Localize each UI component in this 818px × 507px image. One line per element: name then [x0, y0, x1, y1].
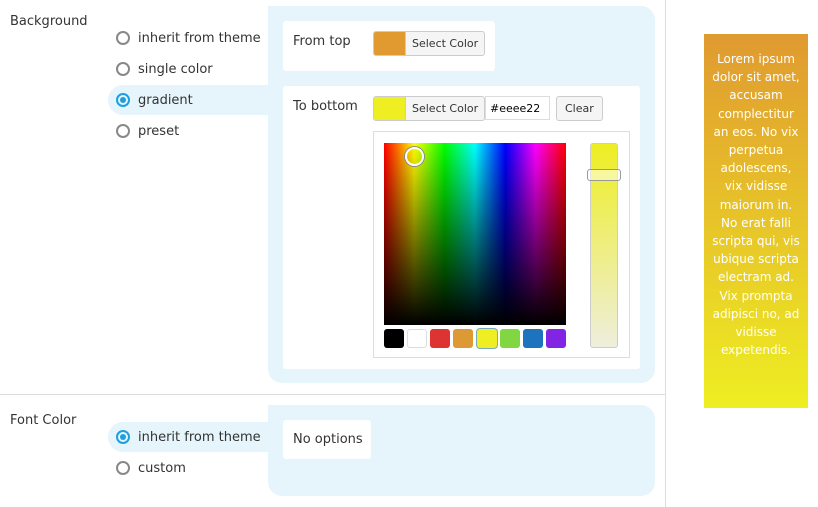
- no-options-card: No options: [283, 420, 371, 459]
- clear-button[interactable]: Clear: [556, 96, 603, 121]
- preview-text: Lorem ipsum dolor sit amet, accusam comp…: [712, 52, 800, 358]
- radio-label: gradient: [138, 92, 193, 108]
- select-color-label: Select Color: [405, 32, 484, 55]
- font-color-label: Font Color: [10, 413, 77, 428]
- from-top-label: From top: [293, 34, 351, 49]
- radio-label: custom: [138, 460, 186, 476]
- section-divider: [0, 394, 665, 395]
- clear-label: Clear: [565, 102, 594, 115]
- radio-icon[interactable]: [116, 31, 130, 45]
- radio-option[interactable]: single color: [108, 54, 268, 84]
- radio-icon[interactable]: [116, 62, 130, 76]
- from-top-select-color-button[interactable]: Select Color: [373, 31, 486, 56]
- to-bottom-select-color-button[interactable]: Select Color: [373, 96, 486, 121]
- color-swatch[interactable]: [523, 329, 543, 348]
- radio-icon[interactable]: [116, 461, 130, 475]
- radio-icon[interactable]: [116, 93, 130, 107]
- vertical-divider: [665, 0, 666, 507]
- radio-label: inherit from theme: [138, 30, 261, 46]
- no-options-text: No options: [293, 432, 363, 447]
- radio-option[interactable]: inherit from theme: [108, 422, 268, 452]
- preview-box: Lorem ipsum dolor sit amet, accusam comp…: [704, 34, 808, 408]
- radio-option[interactable]: preset: [108, 116, 268, 146]
- color-swatch[interactable]: [500, 329, 520, 348]
- color-swatch[interactable]: [546, 329, 566, 348]
- radio-option[interactable]: custom: [108, 453, 268, 483]
- radio-label: preset: [138, 123, 180, 139]
- radio-icon[interactable]: [116, 430, 130, 444]
- slider-handle[interactable]: [587, 169, 621, 181]
- color-swatch[interactable]: [430, 329, 450, 348]
- radio-icon[interactable]: [116, 124, 130, 138]
- color-swatch[interactable]: [384, 329, 404, 348]
- radio-option[interactable]: gradient: [108, 85, 268, 115]
- radio-option[interactable]: inherit from theme: [108, 23, 268, 53]
- select-color-label: Select Color: [405, 97, 484, 120]
- color-gradient-area[interactable]: [384, 143, 566, 325]
- from-top-card: From top Select Color: [283, 21, 495, 71]
- background-label: Background: [10, 14, 88, 29]
- hex-color-input[interactable]: [485, 96, 550, 120]
- radio-label: single color: [138, 61, 213, 77]
- radio-label: inherit from theme: [138, 429, 261, 445]
- color-swatch[interactable]: [407, 329, 427, 348]
- color-swatch[interactable]: [477, 329, 497, 348]
- font-color-options-panel: No options: [268, 405, 655, 496]
- color-swatch[interactable]: [453, 329, 473, 348]
- to-bottom-label: To bottom: [293, 99, 358, 114]
- color-picker-handle[interactable]: [405, 147, 424, 166]
